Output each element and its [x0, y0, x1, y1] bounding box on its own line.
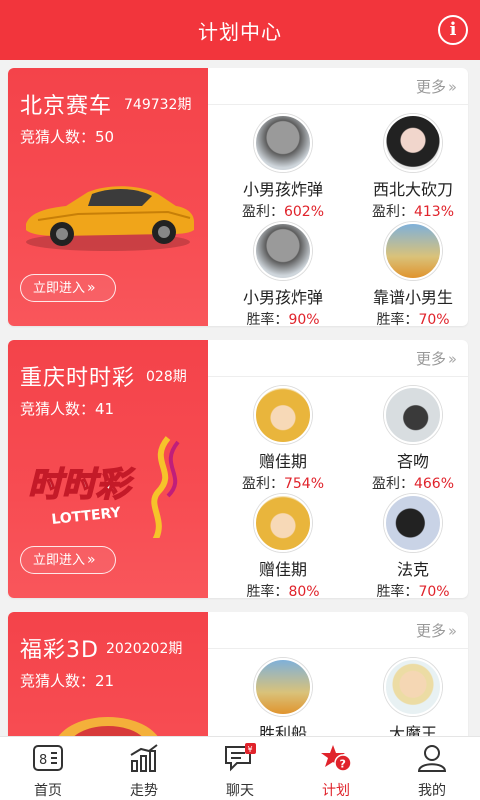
expert-name: 赠佳期: [258, 560, 307, 579]
chat-icon: ¥: [225, 743, 256, 772]
nav-trend[interactable]: 走势: [104, 743, 184, 800]
avatar: [254, 114, 312, 172]
guess-count: 竞猜人数：50: [20, 128, 115, 146]
svg-text:?: ?: [340, 758, 346, 771]
game-name: 重庆时时彩: [20, 366, 136, 391]
issue-number: 749732期: [124, 97, 192, 113]
avatar: [384, 222, 442, 280]
chat-badge: ¥: [248, 745, 253, 754]
expert-stat: 盈利：602%: [241, 204, 325, 220]
expert-item[interactable]: 赠佳期 盈利：754%: [218, 386, 348, 493]
nav-home[interactable]: 8 首页: [8, 743, 88, 800]
issue-number: 2020202期: [106, 641, 183, 657]
lottery-logo-image: 时时彩 LOTTERY: [27, 436, 180, 538]
divider: [208, 648, 468, 649]
expert-item[interactable]: 法克 胜率：70%: [348, 494, 468, 598]
header-bar: 计划中心 i: [0, 0, 480, 60]
svg-text:8: 8: [39, 753, 47, 768]
nav-chat[interactable]: ¥ 聊天: [200, 743, 280, 800]
expert-name: 西北大砍刀: [372, 180, 453, 199]
profile-icon: [417, 745, 447, 772]
enter-button[interactable]: 立即进入»: [20, 274, 116, 302]
expert-item[interactable]: 赠佳期 胜率：80%: [218, 494, 348, 598]
expert-name: 小男孩炸弹: [242, 288, 323, 307]
logo-text: 时时彩: [28, 465, 135, 505]
expert-item[interactable]: 吝吻 盈利：466%: [348, 386, 468, 493]
expert-item[interactable]: 小男孩炸弹 盈利：602%: [218, 114, 348, 221]
race-car-image: [26, 186, 194, 251]
card-left-panel: 重庆时时彩 028期 竞猜人数：41 时时彩 LOTTERY 立即进入»: [8, 340, 208, 598]
expert-stat: 盈利：466%: [371, 476, 455, 492]
divider: [208, 376, 468, 377]
game-name: 北京赛车: [20, 94, 113, 119]
avatar: [254, 386, 312, 444]
double-chevron-icon: ››: [448, 78, 457, 96]
nav-label: 首页: [34, 783, 62, 799]
bottom-nav: 8 首页 走势 ¥ 聊天 ? 计划 我的: [0, 736, 480, 800]
expert-stat: 胜率：70%: [376, 584, 450, 598]
more-link[interactable]: 更多 ››: [416, 76, 457, 97]
issue-number: 028期: [146, 369, 187, 385]
enter-button[interactable]: 立即进入»: [20, 546, 116, 574]
expert-stat: 胜率：90%: [246, 312, 320, 326]
nav-profile[interactable]: 我的: [392, 743, 472, 800]
page-title: 计划中心: [198, 20, 282, 44]
avatar: [384, 114, 442, 172]
nav-label: 走势: [130, 783, 158, 799]
game-name: 福彩3D: [20, 638, 99, 663]
double-chevron-icon: ››: [448, 622, 457, 640]
expert-name: 法克: [396, 560, 429, 579]
card-left-panel: 北京赛车 749732期 竞猜人数：50 立即进入»: [8, 68, 208, 326]
expert-item[interactable]: 西北大砍刀 盈利：413%: [348, 114, 468, 221]
expert-name: 靠谱小男生: [372, 288, 453, 307]
info-icon[interactable]: i: [438, 15, 468, 45]
avatar: [254, 222, 312, 280]
expert-item[interactable]: 靠谱小男生 胜率：70%: [348, 222, 468, 326]
double-chevron-icon: »: [87, 280, 96, 296]
expert-stat: 胜率：80%: [246, 584, 320, 598]
nav-label: 计划: [322, 783, 350, 799]
nav-plan[interactable]: ? 计划: [296, 743, 376, 800]
trend-icon: [130, 744, 158, 772]
more-link[interactable]: 更多 ››: [416, 620, 457, 641]
avatar: [384, 494, 442, 552]
expert-item[interactable]: 胜利船: [218, 658, 348, 744]
double-chevron-icon: ››: [448, 350, 457, 368]
expert-item[interactable]: 小男孩炸弹 胜率：90%: [218, 222, 348, 326]
plan-icon: ?: [321, 745, 352, 772]
expert-name: 赠佳期: [258, 452, 307, 471]
plan-card-beijing[interactable]: 北京赛车 749732期 竞猜人数：50 立即进入» 更多 ›› 小男孩炸弹 盈利…: [8, 68, 468, 326]
expert-name: 小男孩炸弹: [242, 180, 323, 199]
plan-card-chongqing[interactable]: 重庆时时彩 028期 竞猜人数：41 时时彩 LOTTERY 立即进入» 更多 ›…: [8, 340, 468, 598]
expert-stat: 胜率：70%: [376, 312, 450, 326]
divider: [208, 104, 468, 105]
guess-count: 竞猜人数：41: [20, 400, 115, 418]
nav-label: 我的: [418, 783, 446, 799]
home-icon: 8: [33, 745, 63, 771]
expert-stat: 盈利：754%: [241, 476, 325, 492]
expert-item[interactable]: 大魔王: [348, 658, 468, 744]
avatar: [384, 386, 442, 444]
double-chevron-icon: »: [87, 552, 96, 568]
nav-label: 聊天: [226, 783, 254, 799]
expert-stat: 盈利：413%: [371, 204, 455, 220]
avatar: [384, 658, 442, 716]
avatar: [254, 658, 312, 716]
avatar: [254, 494, 312, 552]
expert-name: 吝吻: [396, 452, 429, 471]
more-link[interactable]: 更多 ››: [416, 348, 457, 369]
logo-sub-text: LOTTERY: [51, 505, 123, 528]
guess-count: 竞猜人数：21: [20, 672, 115, 690]
